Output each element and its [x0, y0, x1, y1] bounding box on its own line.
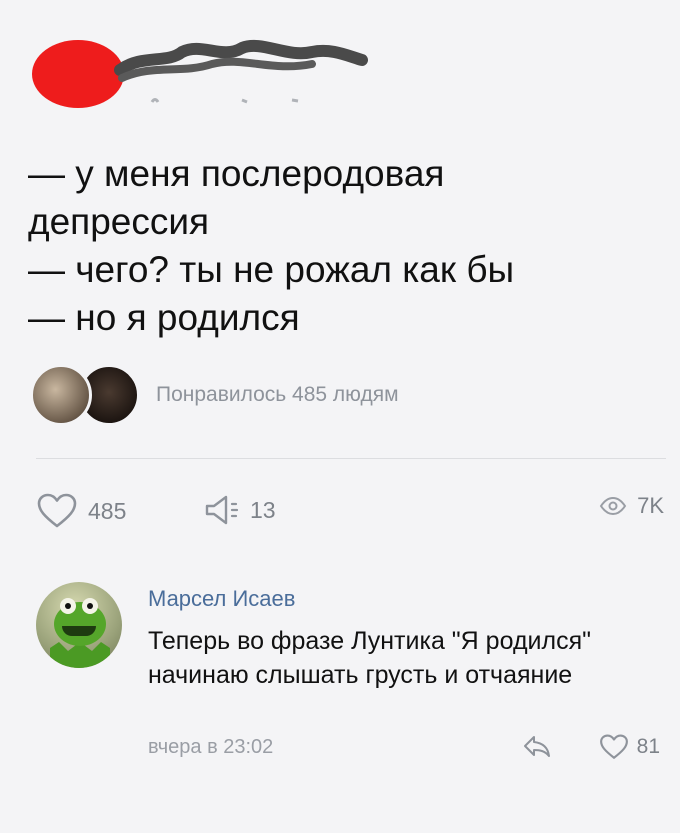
liked-by-text[interactable]: Понравилось 485 людям [156, 383, 399, 407]
author-avatar-censored[interactable] [32, 40, 124, 108]
liked-by-row[interactable]: Понравилось 485 людям [30, 364, 399, 426]
liker-avatar[interactable] [30, 364, 92, 426]
like-count: 485 [88, 497, 127, 524]
post-actions: 485 13 7K [36, 493, 664, 533]
megaphone-icon [205, 495, 239, 525]
author-name-censored [114, 39, 368, 104]
reply-button[interactable] [522, 734, 552, 765]
comment-body: Марсел Исаев Теперь во фразе Лунтика "Я … [148, 586, 658, 692]
comment-timestamp: вчера в 23:02 [148, 736, 274, 758]
share-count: 13 [250, 496, 276, 523]
comment-author-avatar[interactable] [36, 582, 122, 668]
comment-author-name[interactable]: Марсел Исаев [148, 586, 658, 612]
post-text: — у меня послеродовая депрессия — чего? … [28, 153, 515, 338]
comment-text: Теперь во фразе Лунтика "Я родился" начи… [148, 627, 591, 689]
like-button[interactable]: 485 [36, 493, 126, 529]
comment: Марсел Исаев Теперь во фразе Лунтика "Я … [36, 582, 666, 782]
heart-icon [599, 734, 628, 759]
views-indicator: 7K [599, 493, 664, 519]
reply-arrow-icon [524, 736, 550, 757]
comment-like-count: 81 [636, 735, 660, 758]
comment-like-button[interactable]: 81 [599, 734, 660, 760]
comment-footer: вчера в 23:02 81 [148, 734, 660, 766]
divider [36, 458, 666, 459]
post-header [0, 0, 680, 130]
heart-icon [37, 493, 77, 528]
eye-icon [599, 497, 627, 515]
share-button[interactable]: 13 [204, 493, 276, 527]
views-count: 7K [637, 493, 664, 518]
